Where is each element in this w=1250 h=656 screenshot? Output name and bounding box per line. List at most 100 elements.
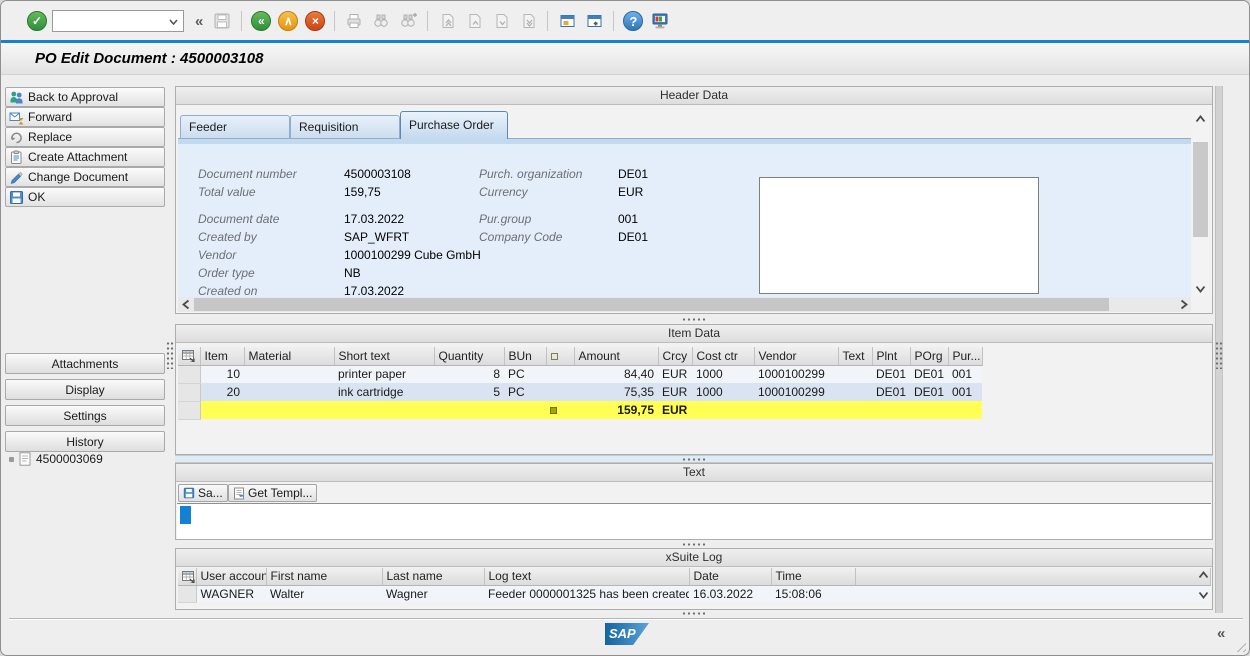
column-header-log-text[interactable]: Log text — [484, 568, 689, 585]
column-header-last-name[interactable]: Last name — [382, 568, 484, 585]
first-page-button[interactable] — [435, 9, 459, 33]
sidebar-item-history[interactable]: History — [5, 431, 165, 452]
scrollbar-thumb[interactable] — [1193, 142, 1208, 237]
column-header-plnt[interactable]: Plnt — [872, 347, 910, 365]
command-field[interactable] — [52, 10, 184, 32]
column-header-cost-ctr[interactable]: Cost ctr — [692, 347, 754, 365]
scroll-left-icon[interactable] — [178, 297, 193, 312]
row-selector[interactable] — [178, 365, 200, 383]
collapse-toolbar-icon[interactable]: « — [191, 13, 207, 30]
back-to-approval-button[interactable]: Back to Approval — [5, 87, 165, 107]
column-header-quantity[interactable]: Quantity — [434, 347, 504, 365]
back-button[interactable]: « — [249, 9, 273, 33]
column-header-crcy[interactable]: Crcy — [658, 347, 692, 365]
log-row[interactable]: WAGNER Walter Wagner Feeder 0000001325 h… — [178, 585, 1210, 602]
resize-grip-icon[interactable] — [1233, 639, 1246, 652]
scroll-down-icon[interactable] — [1192, 280, 1209, 297]
splitter[interactable] — [175, 315, 1213, 323]
column-header-user-account[interactable]: User account — [196, 568, 266, 585]
header-note-box[interactable] — [759, 177, 1039, 294]
tab-feeder[interactable]: Feeder — [180, 115, 290, 138]
status-divider — [9, 618, 1243, 620]
left-splitter-grip-icon[interactable] — [166, 341, 174, 369]
column-header-bun[interactable]: BUn — [504, 347, 546, 365]
item-row-20[interactable]: 20 ink cartridge 5 PC 75,35 EUR 1000 100… — [178, 383, 982, 401]
field-label: Vendor — [198, 247, 344, 264]
change-document-button[interactable]: Change Document — [5, 167, 165, 187]
item-row-10[interactable]: 10 printer paper 8 PC 84,40 EUR 1000 100… — [178, 365, 982, 383]
column-header-amount[interactable]: Amount — [574, 347, 658, 365]
help-button[interactable]: ? — [621, 9, 645, 33]
header-vertical-scrollbar[interactable] — [1192, 110, 1209, 297]
column-header-short-text[interactable]: Short text — [334, 347, 434, 365]
row-selector[interactable] — [178, 383, 200, 401]
new-session-button[interactable] — [555, 9, 579, 33]
last-page-button[interactable] — [516, 9, 540, 33]
splitter[interactable] — [175, 540, 1213, 548]
enter-button[interactable]: ✓ — [25, 9, 49, 33]
command-input[interactable] — [53, 12, 161, 30]
text-editor[interactable] — [177, 503, 1211, 539]
table-settings-button[interactable] — [178, 347, 200, 365]
total-flag-icon — [550, 407, 557, 414]
column-header-date[interactable]: Date — [689, 568, 771, 585]
create-shortcut-button[interactable] — [582, 9, 606, 33]
row-selector[interactable] — [178, 401, 200, 419]
tab-purchase-order[interactable]: Purchase Order — [400, 111, 508, 139]
splitter-handle-icon[interactable] — [681, 457, 707, 462]
field-label: Total value — [198, 184, 344, 201]
cell-crcy: EUR — [658, 383, 692, 401]
dropdown-chevron-icon[interactable] — [165, 14, 181, 30]
splitter[interactable] — [175, 455, 1213, 463]
field-vendor: Vendor1000100299 Cube GmbH — [198, 247, 481, 264]
scroll-up-icon[interactable] — [1192, 110, 1209, 127]
exit-button[interactable]: ∧ — [276, 9, 300, 33]
forward-button[interactable]: Forward — [5, 107, 165, 127]
sidebar-item-display[interactable]: Display — [5, 379, 165, 400]
column-header-flag[interactable] — [546, 347, 574, 365]
cell-plnt: DE01 — [872, 365, 910, 383]
column-header-porg[interactable]: POrg — [910, 347, 948, 365]
splitter-handle-icon[interactable] — [681, 542, 707, 547]
create-attachment-button[interactable]: Create Attachment — [5, 147, 165, 167]
find-button[interactable] — [369, 9, 393, 33]
row-selector[interactable] — [178, 585, 196, 602]
cell-user-account: WAGNER — [196, 585, 266, 602]
toolbar-separator — [547, 11, 548, 31]
splitter[interactable] — [175, 610, 1213, 617]
splitter-handle-icon[interactable] — [681, 611, 707, 616]
splitter-handle-icon[interactable] — [681, 317, 707, 322]
scrollbar-thumb[interactable] — [194, 298, 1109, 311]
cell-pur: 001 — [948, 383, 982, 401]
tab-requisition[interactable]: Requisition — [290, 115, 400, 138]
header-horizontal-scrollbar[interactable] — [178, 297, 1191, 312]
history-document-item[interactable]: 4500003069 — [9, 450, 165, 468]
scroll-right-icon[interactable] — [1176, 297, 1191, 312]
print-button[interactable] — [342, 9, 366, 33]
next-page-button[interactable] — [489, 9, 513, 33]
find-next-button[interactable] — [396, 9, 420, 33]
replace-button[interactable]: Replace — [5, 127, 165, 147]
ok-button[interactable]: OK — [5, 187, 165, 207]
customize-layout-button[interactable] — [648, 9, 672, 33]
column-header-material[interactable]: Material — [244, 347, 334, 365]
save-text-button[interactable]: Sa... — [178, 484, 228, 502]
column-header-vendor[interactable]: Vendor — [754, 347, 838, 365]
sidebar-item-attachments[interactable]: Attachments — [5, 353, 165, 374]
log-scroll-up-icon[interactable] — [1198, 571, 1209, 579]
get-template-button[interactable]: Get Templ... — [228, 484, 317, 502]
cell-short-text: printer paper — [334, 365, 434, 383]
column-header-text[interactable]: Text — [838, 347, 872, 365]
right-splitter-grip-icon[interactable] — [1215, 341, 1223, 369]
save-button[interactable] — [210, 9, 234, 33]
column-header-first-name[interactable]: First name — [266, 568, 382, 585]
cancel-button[interactable]: × — [303, 9, 327, 33]
collapse-statusbar-icon[interactable]: « — [1217, 625, 1225, 642]
log-scroll-down-icon[interactable] — [1198, 591, 1209, 599]
column-header-time[interactable]: Time — [771, 568, 855, 585]
column-header-item[interactable]: Item — [200, 347, 244, 365]
sidebar-item-settings[interactable]: Settings — [5, 405, 165, 426]
previous-page-button[interactable] — [462, 9, 486, 33]
table-settings-button[interactable] — [178, 568, 196, 585]
column-header-pur[interactable]: Pur... — [948, 347, 982, 365]
